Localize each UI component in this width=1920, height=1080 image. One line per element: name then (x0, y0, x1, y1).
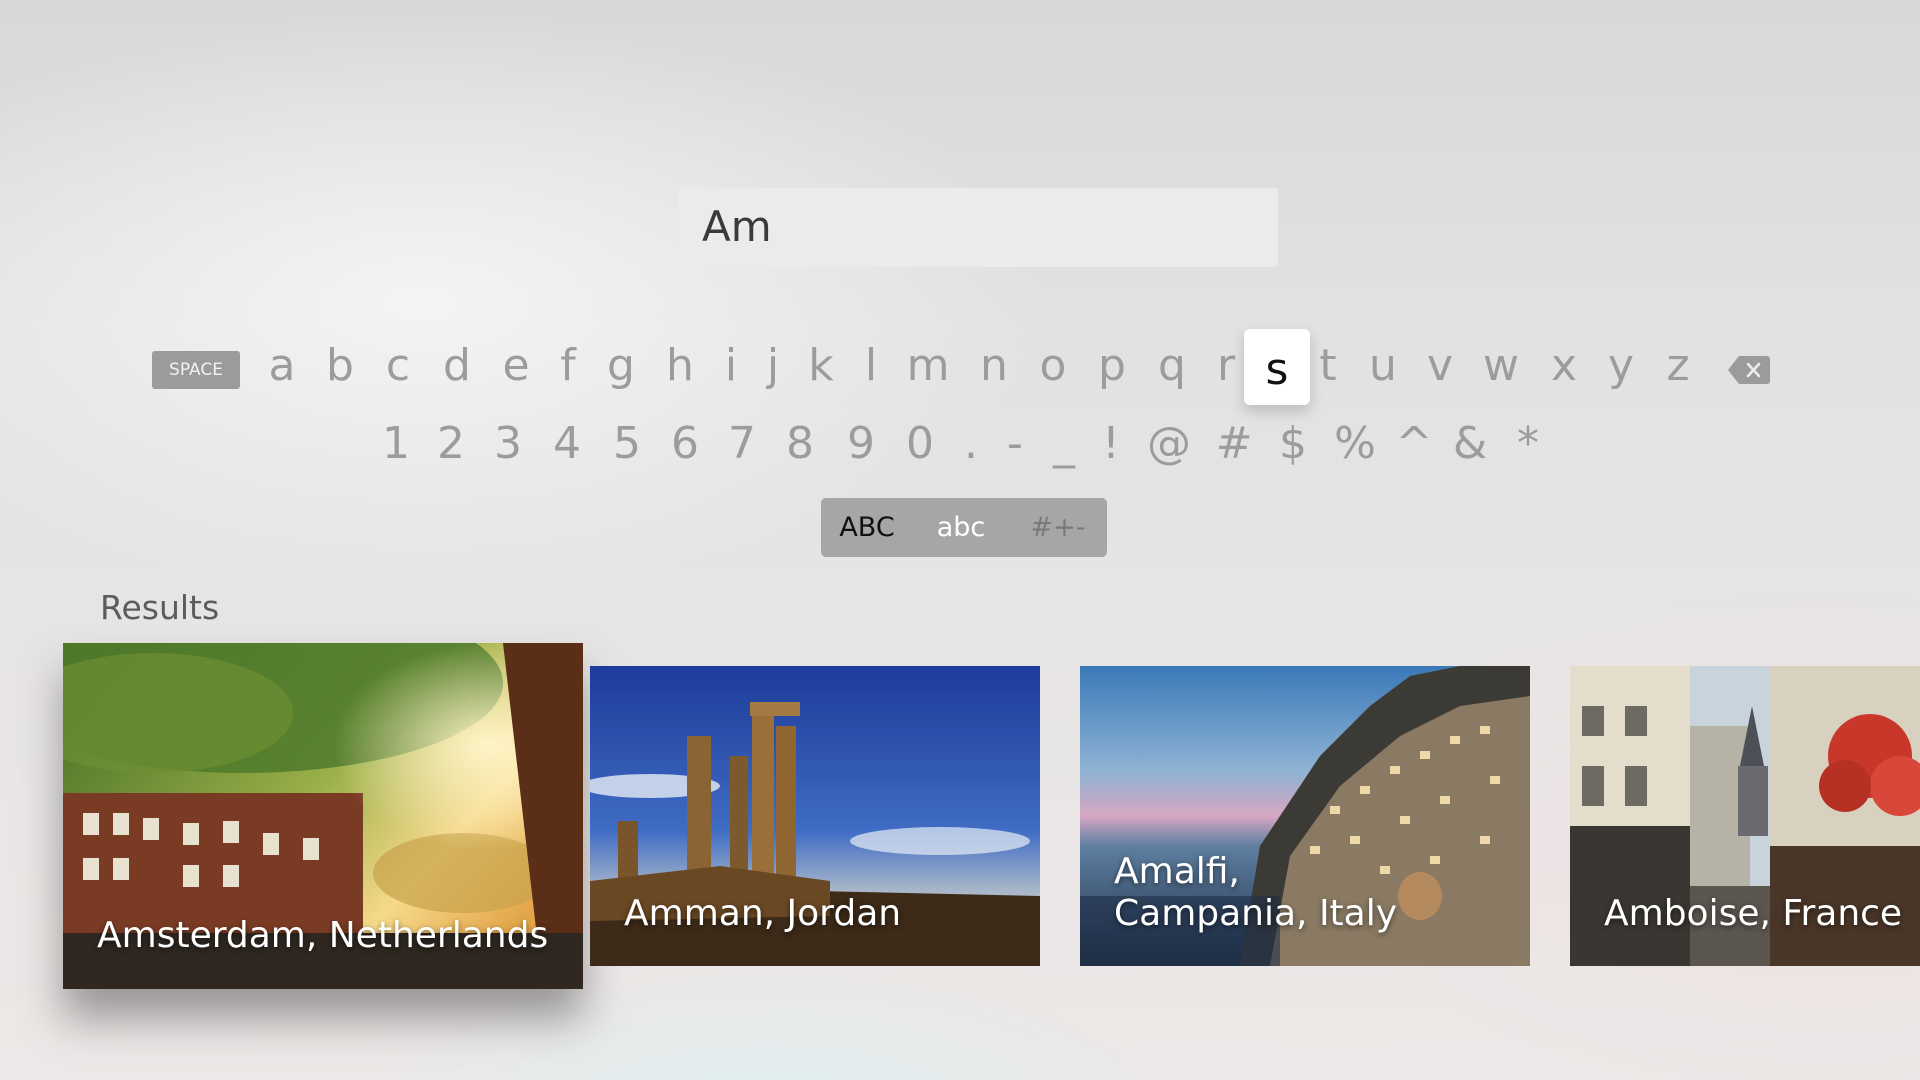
key-r[interactable]: r (1217, 331, 1235, 401)
key-i[interactable]: i (725, 331, 737, 401)
key-f[interactable]: f (560, 331, 576, 401)
symbol-row: 1 2 3 4 5 6 7 8 9 0. - _! @ # $% ^ & * (0, 409, 1920, 479)
result-card-amboise[interactable]: Amboise, France (1570, 666, 1920, 966)
key-o[interactable]: o (1040, 331, 1067, 401)
result-card-amalfi[interactable]: Amalfi, Campania, Italy (1080, 666, 1530, 966)
key-h[interactable]: h (666, 331, 694, 401)
letter-row: SPACE abcdefghijklmnopqrstuvwxyz (0, 329, 1920, 405)
key-p[interactable]: p (1098, 331, 1126, 401)
search-field[interactable]: Am (678, 188, 1278, 267)
key-symbol-13[interactable]: ! (1102, 409, 1120, 479)
key-symbol-3[interactable]: 4 (553, 409, 581, 479)
key-m[interactable]: m (907, 331, 950, 401)
key-symbol-18[interactable]: ^ (1396, 409, 1433, 479)
key-c[interactable]: c (386, 331, 410, 401)
key-x[interactable]: x (1551, 331, 1577, 401)
key-symbol-19[interactable]: & (1453, 409, 1487, 479)
backspace-icon[interactable] (1727, 355, 1771, 385)
key-symbol-7[interactable]: 8 (786, 409, 814, 479)
key-symbol-0[interactable]: 1 (382, 409, 410, 479)
result-caption: Amalfi, Campania, Italy (1114, 851, 1398, 934)
key-e[interactable]: e (502, 331, 529, 401)
results-heading: Results (100, 588, 220, 627)
result-card-amsterdam[interactable]: Amsterdam, Netherlands (63, 643, 583, 989)
key-symbol-1[interactable]: 2 (437, 409, 465, 479)
key-t[interactable]: t (1319, 331, 1336, 401)
key-s[interactable]: s (1244, 329, 1310, 405)
key-symbol-2[interactable]: 3 (494, 409, 522, 479)
keyboard-mode-selector: ABC abc #+- (821, 498, 1107, 557)
space-key[interactable]: SPACE (152, 351, 240, 389)
result-card-amman[interactable]: Amman, Jordan (590, 666, 1040, 966)
result-caption: Amman, Jordan (624, 893, 902, 934)
key-j[interactable]: j (767, 331, 779, 401)
key-symbol-11[interactable]: - (1007, 409, 1023, 479)
search-query: Am (702, 202, 772, 251)
key-n[interactable]: n (980, 331, 1008, 401)
key-a[interactable]: a (269, 331, 296, 401)
key-g[interactable]: g (607, 331, 635, 401)
key-symbol-10[interactable]: . (964, 409, 978, 479)
key-q[interactable]: q (1158, 331, 1186, 401)
key-symbol-12[interactable]: _ (1053, 409, 1075, 479)
key-symbol-14[interactable]: @ (1147, 409, 1191, 479)
key-z[interactable]: z (1666, 331, 1689, 401)
key-symbol-15[interactable]: # (1216, 409, 1253, 479)
key-u[interactable]: u (1369, 331, 1397, 401)
key-y[interactable]: y (1608, 331, 1634, 401)
mode-uppercase[interactable]: ABC (821, 498, 913, 557)
key-symbol-20[interactable]: * (1517, 409, 1539, 479)
key-l[interactable]: l (865, 331, 877, 401)
mode-lowercase[interactable]: abc (913, 498, 1009, 557)
key-w[interactable]: w (1483, 331, 1519, 401)
key-k[interactable]: k (808, 331, 833, 401)
key-symbol-5[interactable]: 6 (671, 409, 699, 479)
key-symbol-8[interactable]: 9 (847, 409, 875, 479)
key-symbol-6[interactable]: 7 (728, 409, 756, 479)
key-symbol-9[interactable]: 0 (906, 409, 934, 479)
key-symbol-4[interactable]: 5 (613, 409, 641, 479)
key-d[interactable]: d (443, 331, 471, 401)
key-symbol-16[interactable]: $ (1279, 409, 1307, 479)
key-b[interactable]: b (326, 331, 354, 401)
mode-symbols[interactable]: #+- (1009, 498, 1107, 557)
result-caption: Amsterdam, Netherlands (97, 915, 549, 956)
key-v[interactable]: v (1427, 331, 1453, 401)
result-caption: Amboise, France (1604, 893, 1903, 934)
key-symbol-17[interactable]: % (1334, 409, 1376, 479)
